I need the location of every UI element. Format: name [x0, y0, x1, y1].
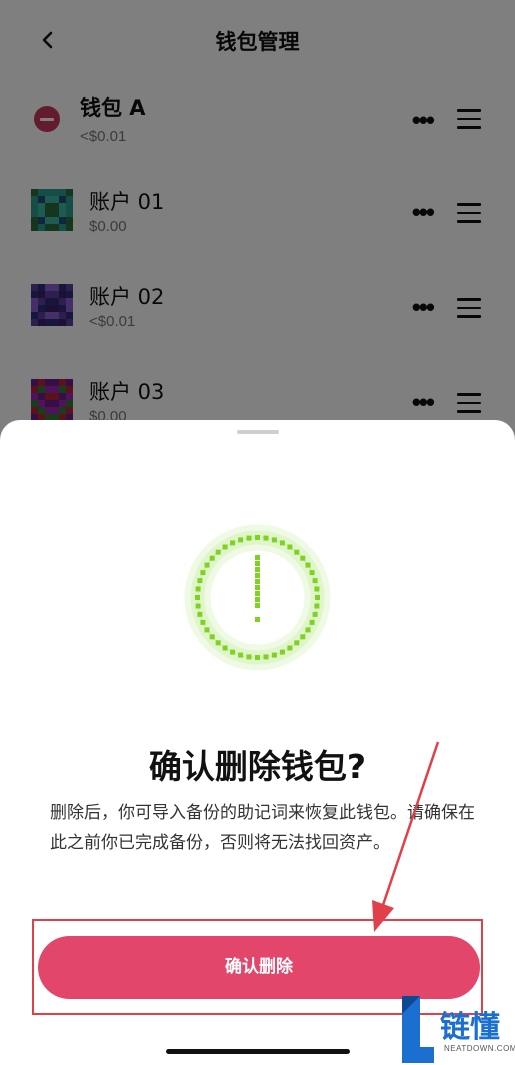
- watermark-logo: 链懂 NEATDOWN.COM: [400, 994, 515, 1065]
- watermark-subtext: NEATDOWN.COM: [444, 1044, 515, 1053]
- delete-wallet-sheet: 确认删除钱包? 删除后，你可导入备份的助记词来恢复此钱包。请确保在此之前你已完成…: [0, 420, 515, 1065]
- watermark-text: 链懂: [440, 1010, 500, 1045]
- annotation-arrow-icon: [372, 741, 440, 932]
- logo-l-icon: [402, 996, 434, 1063]
- sheet-grabber[interactable]: [237, 430, 279, 434]
- confirm-delete-button[interactable]: 确认删除: [38, 936, 480, 999]
- home-indicator: [166, 1049, 350, 1054]
- warning-icon: [184, 524, 331, 671]
